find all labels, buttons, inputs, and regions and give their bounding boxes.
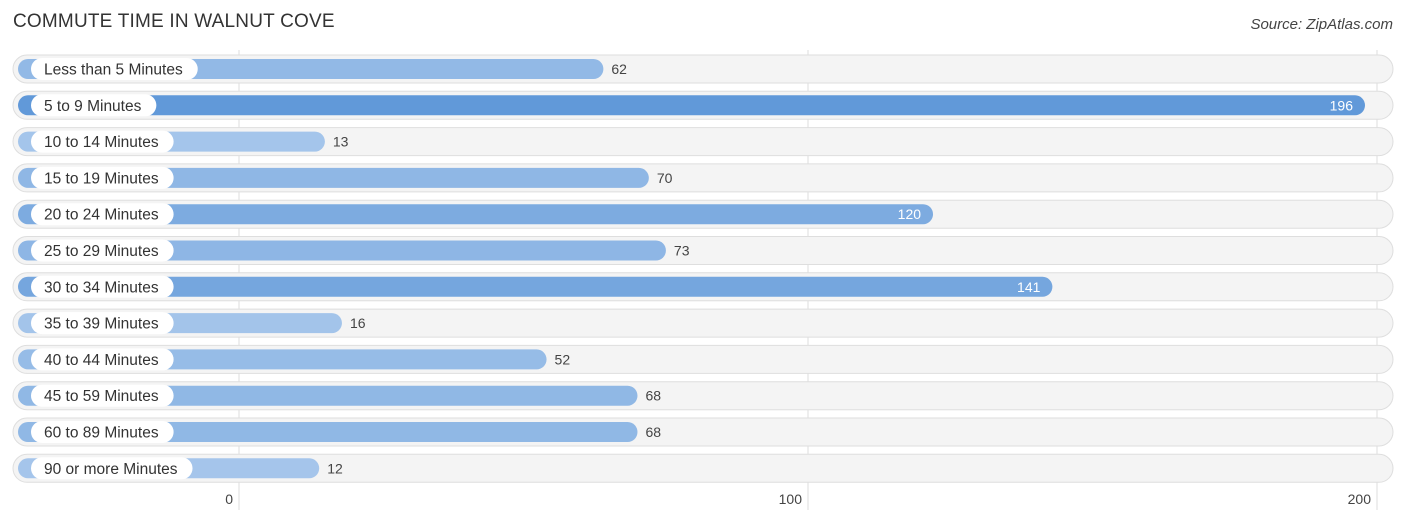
value-label: 120 <box>898 206 922 222</box>
category-label: Less than 5 Minutes <box>44 62 183 79</box>
x-tick-label: 200 <box>1348 491 1372 507</box>
x-tick-label: 100 <box>779 491 803 507</box>
value-label: 52 <box>555 351 571 367</box>
value-label: 68 <box>645 388 661 404</box>
value-label: 62 <box>611 61 627 77</box>
category-label: 40 to 44 Minutes <box>44 352 159 369</box>
value-label: 196 <box>1330 97 1354 113</box>
category-label: 20 to 24 Minutes <box>44 207 159 224</box>
value-label: 16 <box>350 315 366 331</box>
category-label: 30 to 34 Minutes <box>44 279 159 296</box>
bar-chart: 0 100 200 Less than 5 Minutes 62 5 to 9 Minut… <box>12 50 1394 510</box>
category-label: 5 to 9 Minutes <box>44 98 142 115</box>
category-label: 15 to 19 Minutes <box>44 170 159 187</box>
value-label: 73 <box>674 243 690 259</box>
value-label: 68 <box>645 424 661 440</box>
bar-tracks <box>12 54 1394 483</box>
value-label: 13 <box>333 134 349 150</box>
category-label: 60 to 89 Minutes <box>44 425 159 442</box>
x-tick-label: 0 <box>225 491 233 507</box>
category-label: 90 or more Minutes <box>44 461 178 478</box>
category-label: 10 to 14 Minutes <box>44 134 159 151</box>
bar <box>18 95 1365 116</box>
category-label: 45 to 59 Minutes <box>44 388 159 405</box>
bars: Less than 5 Minutes 62 5 to 9 Minutes 196 10… <box>18 58 1365 480</box>
value-label: 141 <box>1017 279 1041 295</box>
value-label: 70 <box>657 170 673 186</box>
value-label: 12 <box>327 460 343 476</box>
category-label: 35 to 39 Minutes <box>44 316 159 333</box>
category-label: 25 to 29 Minutes <box>44 243 159 260</box>
